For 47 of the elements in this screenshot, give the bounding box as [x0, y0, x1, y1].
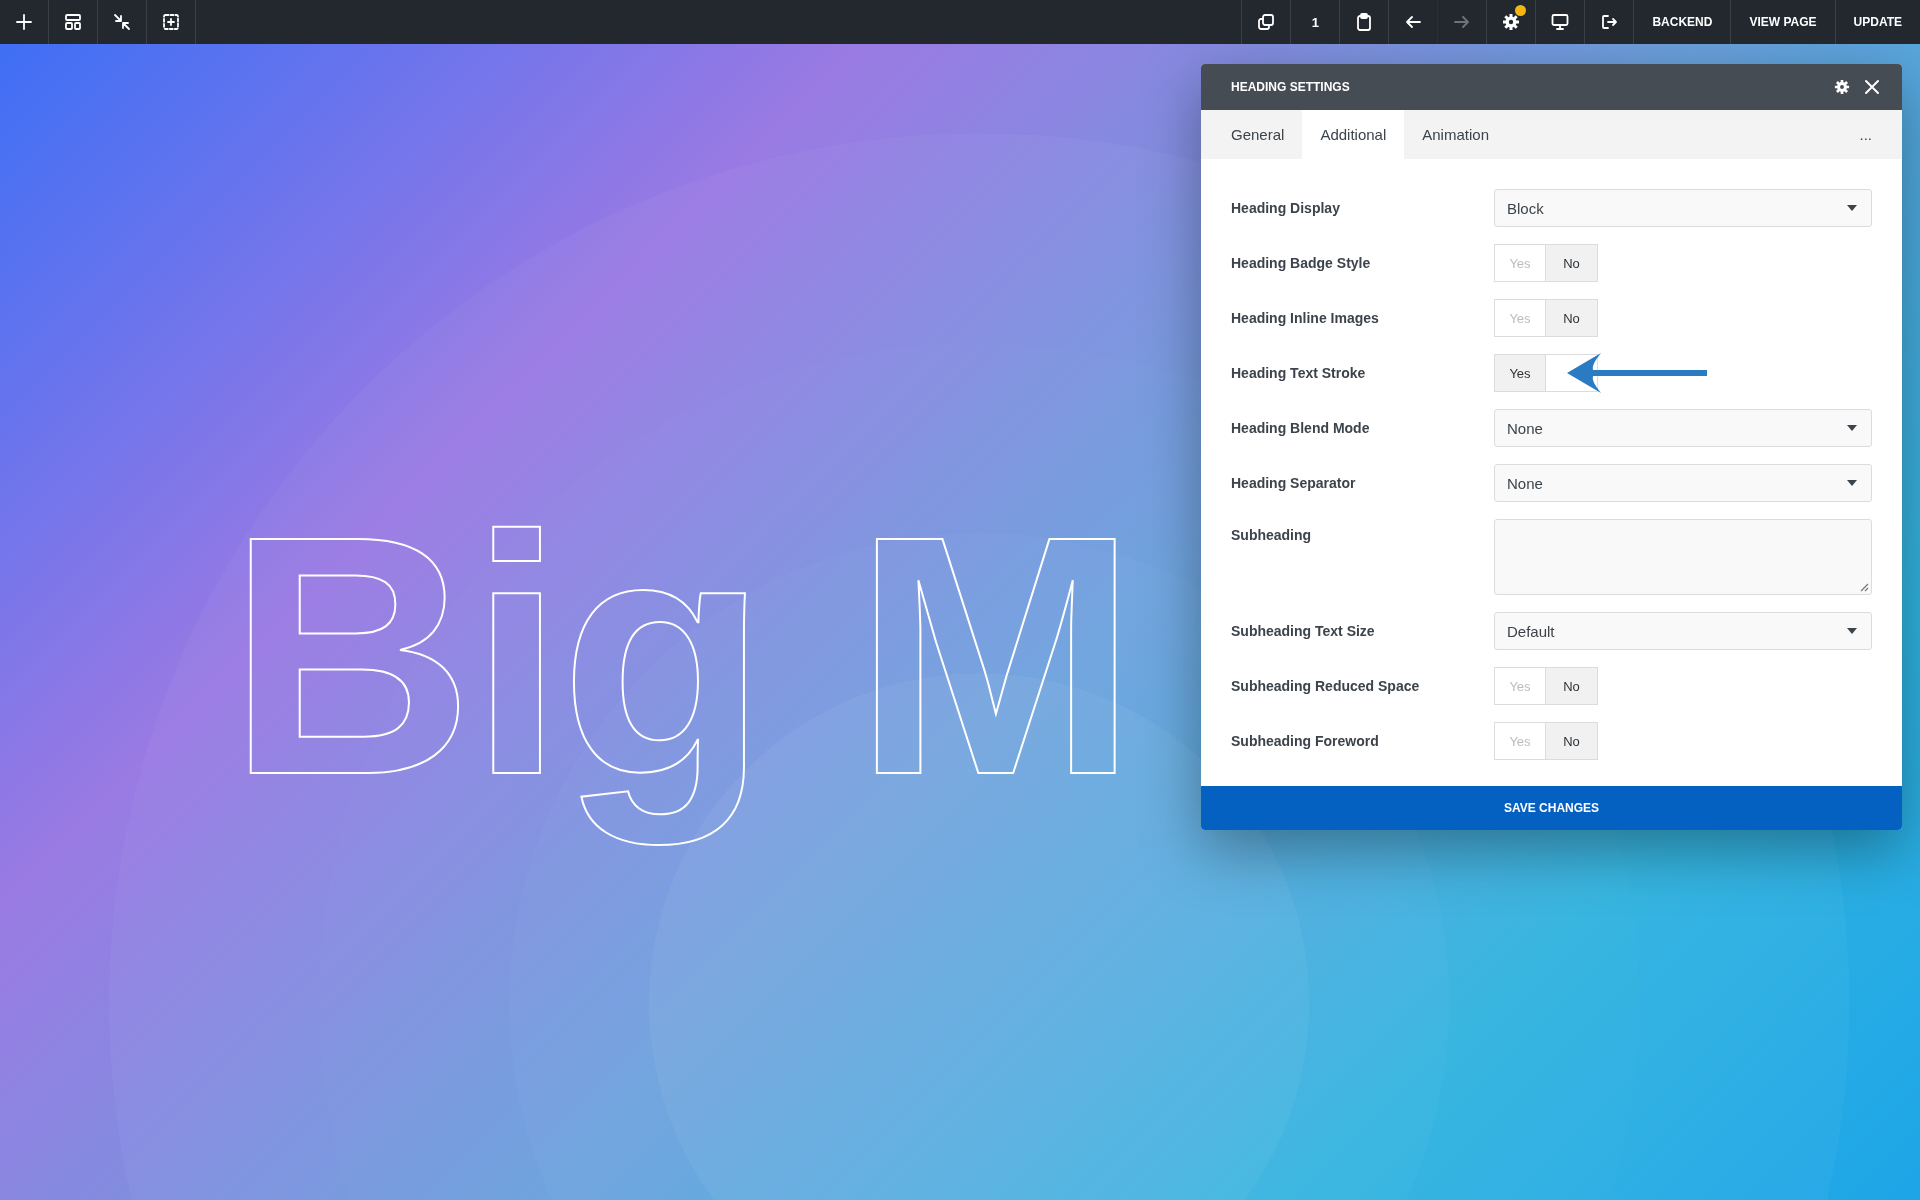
caret-icon — [1847, 628, 1857, 634]
field-label: Heading Blend Mode — [1231, 420, 1371, 436]
close-button[interactable] — [1862, 77, 1882, 97]
monitor-icon — [1551, 13, 1570, 31]
field-label: Heading Display — [1231, 200, 1341, 216]
dropdown[interactable]: Block — [1494, 189, 1872, 227]
toolbar-button[interactable]: UPDATE — [1834, 0, 1920, 44]
layout-icon — [64, 13, 82, 31]
dropdown[interactable]: None — [1494, 464, 1872, 502]
field-label: Heading Text Stroke — [1231, 365, 1367, 381]
no-option[interactable]: No — [1546, 244, 1598, 282]
toolbar-button[interactable]: BACKEND — [1633, 0, 1731, 44]
caret-icon — [1847, 205, 1857, 211]
field-label: Subheading — [1231, 526, 1313, 543]
save-button[interactable]: SAVE CHANGES — [1201, 786, 1902, 830]
caret-icon — [1847, 480, 1857, 486]
clipboard-icon — [1355, 13, 1374, 31]
exit-icon — [1600, 13, 1619, 31]
duplicate-icon — [1257, 13, 1276, 31]
settings-button[interactable] — [1832, 77, 1852, 97]
dropdown[interactable]: Default — [1494, 612, 1872, 650]
tab[interactable]: Animation — [1404, 110, 1507, 159]
left-arrow-icon — [1404, 13, 1423, 31]
add-section-icon — [162, 13, 180, 31]
dropdown[interactable]: None — [1494, 409, 1872, 447]
field-label: Subheading Reduced Space — [1231, 678, 1421, 694]
plus-icon — [15, 13, 33, 31]
field-label: Subheading Text Size — [1231, 623, 1376, 639]
tab[interactable]: General — [1201, 110, 1303, 159]
no-option[interactable]: No — [1546, 722, 1598, 760]
outlined-heading: Big M — [227, 464, 1135, 848]
collapse-arrows-icon — [113, 13, 131, 31]
caret-icon — [1847, 425, 1857, 431]
resize-handle-icon[interactable] — [1859, 582, 1869, 592]
tab[interactable]: Additional — [1302, 110, 1405, 159]
field-label: Heading Badge Style — [1231, 255, 1372, 271]
toolbar-button[interactable]: VIEW PAGE — [1730, 0, 1835, 44]
field-label: Subheading Foreword — [1231, 733, 1380, 749]
yes-option[interactable]: Yes — [1494, 354, 1546, 392]
field-label: Heading Inline Images — [1231, 310, 1380, 326]
no-option[interactable]: No — [1546, 667, 1598, 705]
right-arrow-icon — [1453, 13, 1472, 31]
field-label: Heading Separator — [1231, 475, 1357, 491]
toolbar-button[interactable]: 1 — [1290, 0, 1340, 44]
no-option[interactable]: No — [1546, 299, 1598, 337]
more-button[interactable]: ... — [1829, 110, 1902, 159]
panel-title: HEADING SETTINGS — [1231, 80, 1350, 94]
